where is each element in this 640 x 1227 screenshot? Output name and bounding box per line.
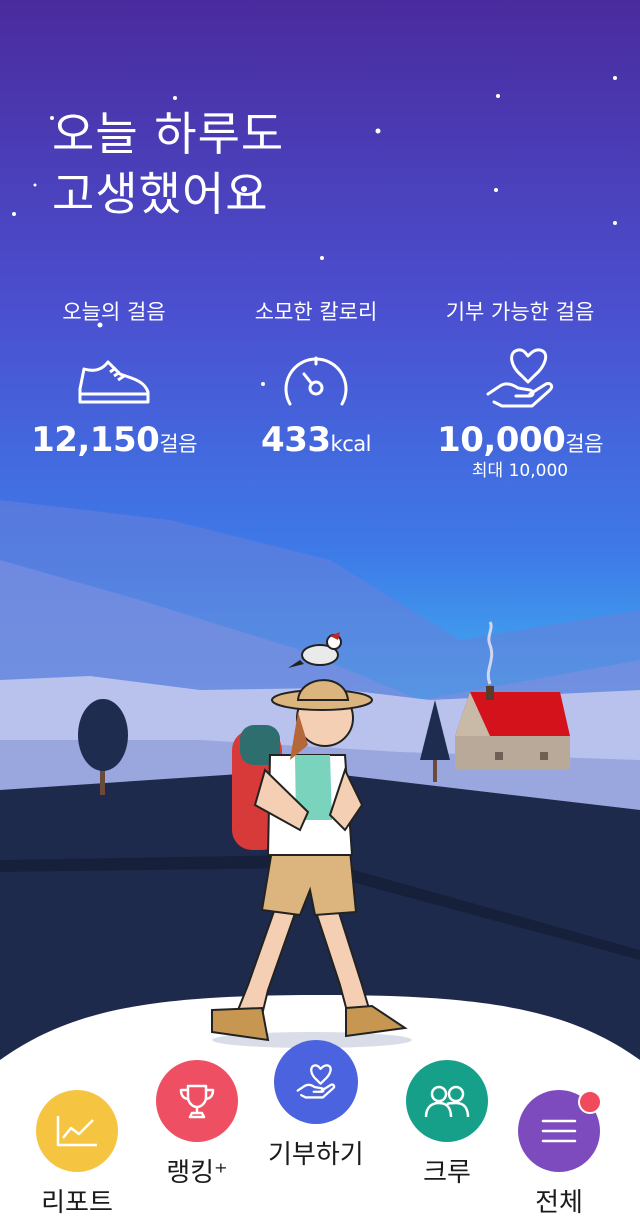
menu-icon[interactable] <box>518 1090 602 1172</box>
nav-label: 크루 <box>423 1158 471 1188</box>
nav-label: 리포트 <box>41 1188 113 1218</box>
nav-donate[interactable]: 기부하기 <box>268 1040 364 1171</box>
donatable-value: 10,000 <box>437 420 566 460</box>
sneaker-icon <box>74 344 154 414</box>
stat-donatable-steps: 기부 가능한 걸음 10,000걸음 최대 10,000 <box>420 296 620 481</box>
heart-hand-icon[interactable] <box>273 1040 358 1124</box>
chart-icon[interactable] <box>36 1090 118 1172</box>
people-icon[interactable] <box>406 1060 488 1142</box>
steps-unit: 걸음 <box>159 432 197 456</box>
calories-unit: kcal <box>330 432 372 456</box>
nav-all[interactable]: 전체 <box>518 1090 602 1219</box>
gauge-icon <box>276 344 356 414</box>
nav-crew[interactable]: 크루 <box>406 1060 488 1189</box>
trophy-icon[interactable] <box>156 1060 238 1142</box>
stat-calories: 소모한 칼로리 433kcal <box>216 296 416 460</box>
donatable-unit: 걸음 <box>565 432 603 456</box>
nav-label: 기부하기 <box>268 1140 364 1170</box>
nav-report[interactable]: 리포트 <box>36 1090 118 1219</box>
stat-value: 10,000걸음 <box>420 420 620 460</box>
notification-badge <box>578 1090 602 1114</box>
nav-ranking[interactable]: 랭킹⁺ <box>156 1060 238 1189</box>
stat-label: 기부 가능한 걸음 <box>445 300 595 324</box>
greeting-line1: 오늘 하루도 <box>52 107 285 161</box>
stat-label: 소모한 칼로리 <box>254 300 378 324</box>
greeting-line2: 고생했어요 <box>52 167 269 221</box>
calories-value: 433 <box>261 420 331 460</box>
stat-value: 433kcal <box>216 420 416 460</box>
greeting-title: 오늘 하루도 고생했어요 <box>52 104 284 224</box>
steps-value: 12,150 <box>31 420 160 460</box>
stat-label: 오늘의 걸음 <box>62 300 166 324</box>
stat-value: 12,150걸음 <box>14 420 214 460</box>
stat-today-steps: 오늘의 걸음 12,150걸음 <box>14 296 214 460</box>
nav-label: 전체 <box>535 1188 583 1218</box>
nav-label: 랭킹⁺ <box>166 1158 228 1188</box>
heart-hand-icon <box>480 344 560 414</box>
